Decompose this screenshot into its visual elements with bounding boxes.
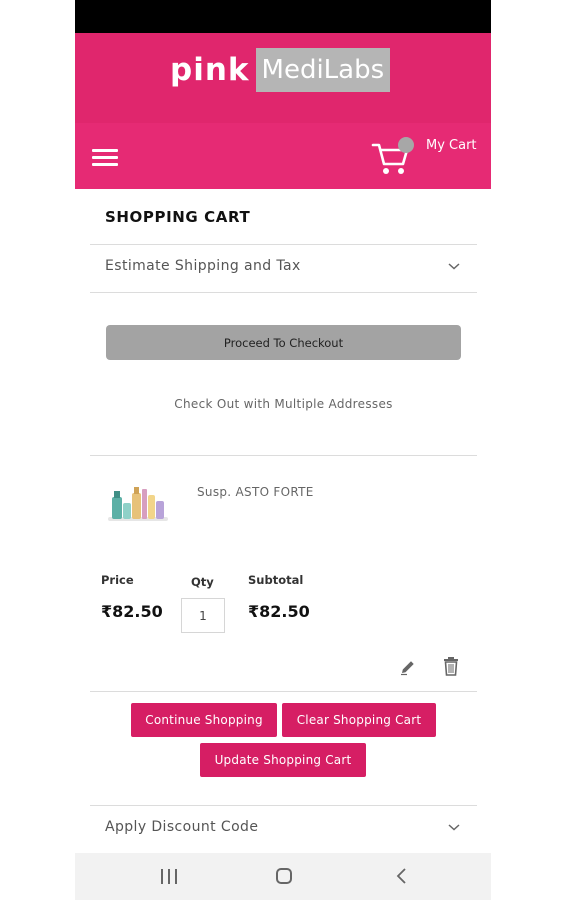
estimate-shipping-label: Estimate Shipping and Tax [105,258,301,274]
brand-logo[interactable]: pink MediLabs [170,47,391,93]
system-navigation-bar [75,853,491,900]
trash-icon[interactable] [442,656,460,676]
divider [90,691,477,692]
divider [90,805,477,806]
home-icon[interactable] [276,868,292,884]
chevron-down-icon [448,824,460,831]
page-title: SHOPPING CART [105,208,251,226]
continue-shopping-button[interactable]: Continue Shopping [131,703,277,737]
app-screen: pink MediLabs My Cart SHOPPING CART Esti… [75,0,491,900]
divider [90,244,477,245]
estimate-shipping-accordion[interactable]: Estimate Shipping and Tax [105,253,462,283]
chevron-down-icon [448,263,460,270]
price-label: Price [101,573,134,587]
clear-shopping-cart-button[interactable]: Clear Shopping Cart [282,703,436,737]
qty-label: Qty [191,575,214,589]
my-cart-label: My Cart [426,138,477,153]
pencil-icon[interactable] [399,658,417,676]
logo-band: pink MediLabs [75,33,491,123]
subtotal-value: ₹82.50 [248,602,310,621]
proceed-to-checkout-button[interactable]: Proceed To Checkout [106,325,461,360]
price-value: ₹82.50 [101,602,163,621]
update-shopping-cart-button[interactable]: Update Shopping Cart [200,743,366,777]
cart-count-badge [398,137,414,153]
back-icon[interactable] [395,867,409,885]
top-navbar: My Cart [75,123,491,189]
recent-apps-icon[interactable] [161,869,177,885]
divider [90,292,477,293]
product-image[interactable] [108,479,168,524]
quantity-input[interactable]: 1 [181,598,225,633]
divider [90,455,477,456]
hamburger-icon[interactable] [92,149,118,166]
logo-text-medilabs: MediLabs [255,48,391,92]
checkout-multiple-addresses-link[interactable]: Check Out with Multiple Addresses [90,397,477,411]
product-name[interactable]: Susp. ASTO FORTE [197,485,314,499]
apply-discount-accordion[interactable]: Apply Discount Code [105,814,462,844]
status-bar [75,0,491,33]
logo-text-pink: pink [170,52,250,88]
apply-discount-label: Apply Discount Code [105,819,259,835]
my-cart-button[interactable]: My Cart [371,135,491,185]
subtotal-label: Subtotal [248,573,304,587]
